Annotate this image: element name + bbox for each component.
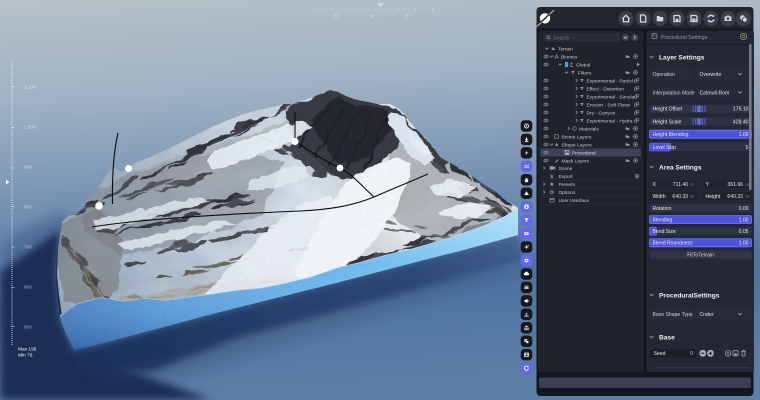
svg-text:Dry - Canyon: Dry - Canyon: [587, 110, 616, 116]
svg-text:FitToTerrain: FitToTerrain: [687, 252, 714, 258]
svg-text:Mask Layers: Mask Layers: [562, 158, 590, 164]
svg-text:Height: Height: [706, 194, 721, 200]
svg-text:600: 600: [24, 285, 32, 290]
svg-text:Global: Global: [576, 62, 590, 68]
svg-text:E: E: [406, 14, 409, 19]
svg-text:1,100: 1,100: [24, 85, 36, 90]
svg-text:m: m: [690, 194, 694, 199]
svg-text:Biome Layers: Biome Layers: [562, 134, 592, 140]
svg-text:Interpolation Mode: Interpolation Mode: [653, 90, 695, 96]
svg-text:Area Settings: Area Settings: [659, 164, 702, 171]
svg-text:640.33: 640.33: [727, 194, 743, 200]
svg-text:Presets: Presets: [559, 182, 576, 188]
svg-text:Procedural: Procedural: [572, 150, 596, 156]
svg-text:500: 500: [24, 325, 32, 330]
svg-text:Search: Search: [553, 35, 570, 41]
svg-text:Bend Size: Bend Size: [653, 229, 676, 235]
svg-text:Layer Settings: Layer Settings: [659, 54, 705, 61]
svg-text:0.00: 0.00: [739, 206, 749, 212]
svg-text:Seed: Seed: [654, 351, 666, 357]
svg-text:1.00: 1.00: [739, 218, 749, 224]
svg-text:Export: Export: [559, 174, 574, 180]
svg-text:Level Skip: Level Skip: [653, 145, 677, 151]
svg-text:Filters: Filters: [578, 70, 592, 76]
svg-text:Height Scale: Height Scale: [653, 119, 682, 125]
svg-text:Min 79: Min 79: [18, 353, 33, 359]
svg-text:Operation: Operation: [653, 72, 676, 78]
svg-text:800: 800: [24, 205, 32, 210]
svg-text:S: S: [441, 14, 444, 19]
svg-text:700: 700: [24, 245, 32, 250]
svg-text:1,000: 1,000: [24, 125, 36, 130]
svg-text:Materials: Materials: [579, 126, 599, 132]
svg-text:Y: Y: [706, 182, 710, 188]
svg-text:711.40: 711.40: [673, 182, 688, 188]
svg-text:W: W: [334, 14, 339, 19]
svg-text:ProceduralSettings: ProceduralSettings: [659, 292, 720, 299]
svg-text:Height Offset: Height Offset: [653, 107, 683, 113]
svg-text:Blend Roundness: Blend Roundness: [653, 241, 694, 247]
svg-text:Experimental - Particl: Experimental - Particl: [587, 78, 633, 84]
svg-text:Scene: Scene: [559, 166, 573, 172]
svg-text:0.05: 0.05: [739, 229, 749, 235]
svg-text:Height Blending: Height Blending: [653, 132, 689, 138]
svg-text:Crater: Crater: [700, 312, 714, 318]
svg-text:640.33: 640.33: [672, 194, 688, 200]
svg-text:Effect - Distortion: Effect - Distortion: [587, 86, 625, 92]
svg-text:Rotation: Rotation: [653, 206, 672, 212]
svg-text:Biomes: Biomes: [561, 54, 578, 60]
svg-text:Overwrite: Overwrite: [700, 72, 722, 78]
svg-text:0: 0: [690, 351, 693, 357]
svg-text:Base: Base: [659, 334, 675, 341]
svg-text:5: 5: [746, 145, 749, 151]
svg-text:m: m: [745, 182, 749, 187]
svg-text:Experimental - Hydra: Experimental - Hydra: [587, 118, 633, 124]
svg-text:m: m: [745, 194, 749, 199]
svg-text:Width: Width: [653, 194, 666, 200]
svg-text:Shape Layers: Shape Layers: [562, 142, 593, 148]
svg-text:Base Shape Type: Base Shape Type: [653, 312, 693, 318]
svg-text:X: X: [653, 182, 657, 188]
svg-text:361.66: 361.66: [727, 182, 743, 188]
svg-text:900: 900: [24, 165, 32, 170]
svg-text:Options: Options: [559, 190, 576, 196]
svg-text:175.10: 175.10: [733, 107, 749, 113]
svg-text:Terrain: Terrain: [558, 46, 573, 52]
svg-text:N: N: [370, 14, 373, 19]
svg-text:Procedural Settings: Procedural Settings: [661, 35, 708, 41]
svg-text:1.00: 1.00: [739, 132, 749, 138]
svg-text:Catmull-Rom: Catmull-Rom: [700, 90, 730, 96]
svg-text:m: m: [690, 182, 694, 187]
svg-text:1.00: 1.00: [739, 241, 749, 247]
svg-text:Blending: Blending: [653, 218, 673, 224]
svg-text:Experimental - Simula: Experimental - Simula: [587, 94, 635, 100]
svg-text:Max 195: Max 195: [18, 347, 37, 353]
svg-text:Erosion - Soft Flows: Erosion - Soft Flows: [587, 102, 631, 108]
svg-text:428.40: 428.40: [733, 119, 749, 125]
svg-text:User Interface: User Interface: [559, 198, 590, 204]
